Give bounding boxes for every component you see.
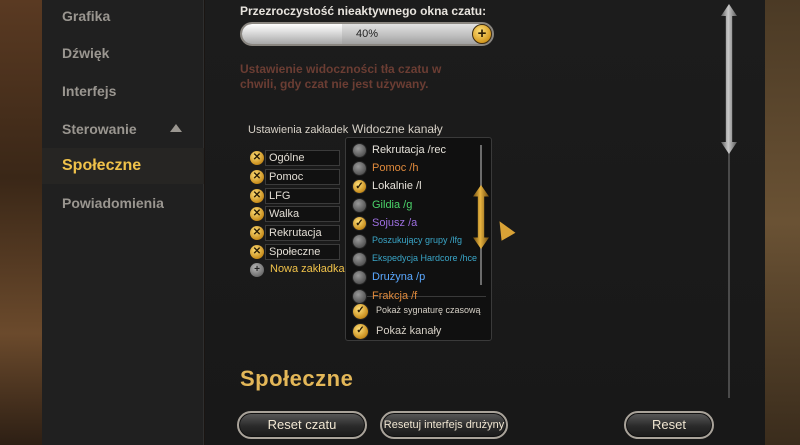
opacity-label: Przezroczystość nieaktywnego okna czatu: [240,4,487,18]
reset-button[interactable]: Reset [624,411,714,439]
checkbox-unchecked-icon[interactable] [352,197,367,213]
new-tab-label: Nowa zakładka [270,263,345,275]
sidebar-item-grafika[interactable]: Grafika [42,0,204,34]
channel-item[interactable]: Drużyna /p [352,269,472,286]
tab-name-field[interactable]: Pomoc [265,169,340,185]
slider-value: 40% [355,28,379,40]
checkbox-checked-icon[interactable]: ✓ [352,303,369,320]
tab-name-field[interactable]: Rekrutacja [265,225,340,241]
scroll-thumb[interactable] [473,185,489,249]
reset-chat-button[interactable]: Reset czatu [237,411,367,439]
remove-tab-icon[interactable]: ✕ [250,170,264,184]
tab-row: ✕ Walka [250,206,340,222]
sidebar-item-spoleczne[interactable]: Społeczne [42,148,204,184]
sidebar-item-label: Powiadomienia [62,195,164,211]
channel-item[interactable]: ✓ Lokalnie /l [352,178,472,195]
sidebar-item-dzwiek[interactable]: Dźwięk [42,35,204,71]
checkbox-unchecked-icon[interactable] [352,234,367,249]
sidebar-item-label: Społeczne [62,157,142,174]
remove-tab-icon[interactable]: ✕ [250,226,264,240]
checkbox-unchecked-icon[interactable] [352,252,367,268]
channel-item[interactable]: Ekspedycja Hardcore /hce [352,251,477,268]
sidebar-item-interfejs[interactable]: Interfejs [42,73,204,109]
remove-tab-icon[interactable]: ✕ [250,189,264,203]
remove-tab-icon[interactable]: ✕ [250,207,264,221]
caret-up-icon [170,124,182,132]
remove-tab-icon[interactable]: ✕ [250,245,264,259]
sidebar-item-powiadomienia[interactable]: Powiadomienia [42,185,204,221]
scroll-thumb[interactable] [721,4,737,154]
tab-row: ✕ Ogólne [250,150,340,166]
opacity-slider[interactable]: 40% [240,22,494,46]
show-timestamp-option[interactable]: ✓ Pokaż sygnaturę czasową [352,302,492,320]
channel-item[interactable]: Pomoc /h [352,160,472,177]
opacity-hint: Ustawienie widoczności tła czatu w chwil… [240,62,442,91]
visible-channels-heading: Widoczne kanały [352,122,443,136]
checkbox-unchecked-icon[interactable] [352,143,367,158]
channel-label: Sojusz /a [372,216,418,229]
background-art-right [764,0,800,445]
tab-row: ✕ Rekrutacja [250,225,340,241]
section-title: Społeczne [240,366,354,391]
tab-name-field[interactable]: LFG [265,188,340,204]
sidebar-item-sterowanie[interactable]: Sterowanie [42,111,204,147]
checkbox-unchecked-icon[interactable] [352,161,367,177]
option-label: Pokaż sygnaturę czasową [376,305,481,315]
checkbox-checked-icon[interactable]: ✓ [352,179,367,195]
main-scrollbar[interactable] [720,0,738,400]
settings-sidebar: Grafika Dźwięk Interfejs Sterowanie Społ… [42,0,204,445]
channel-item[interactable]: Poszukujący grupy /lfg [352,233,472,250]
add-tab-icon: + [250,263,264,277]
channel-label: Rekrutacja /rec [372,144,446,156]
sidebar-item-label: Grafika [62,8,111,24]
tab-row: ✕ LFG [250,188,340,204]
channel-label: Lokalnie /l [372,180,422,193]
tab-name-field[interactable]: Ogólne [265,150,340,166]
channel-label: Pomoc /h [372,162,419,175]
channel-label: Ekspedycja Hardcore /hce [372,253,478,264]
channel-label: Poszukujący grupy /lfg [372,235,463,245]
reset-party-ui-button[interactable]: Resetuj interfejs drużyny [380,411,508,439]
sidebar-item-label: Sterowanie [62,121,137,137]
sidebar-item-label: Dźwięk [62,45,110,61]
checkbox-unchecked-icon[interactable] [352,270,367,286]
channel-item[interactable]: Gildia /g [352,197,472,214]
visible-channels-panel: Rekrutacja /rec Pomoc /h ✓ Lokalnie /l Gildi… [345,137,492,341]
channel-label: Gildia /g [372,198,413,211]
checkbox-checked-icon[interactable]: ✓ [352,215,367,231]
background-art-left [0,0,42,445]
tab-name-field[interactable]: Walka [265,206,340,222]
show-channels-option[interactable]: ✓ Pokaż kanały [352,322,492,340]
tab-row: ✕ Społeczne [250,244,340,260]
channel-label: Drużyna /p [372,271,426,284]
tab-name-field[interactable]: Społeczne [265,244,340,260]
channel-item[interactable]: ✓ Sojusz /a [352,215,472,232]
tabs-settings-heading: Ustawienia zakładek [248,124,349,136]
channel-item[interactable]: Rekrutacja /rec [352,142,472,159]
sidebar-item-label: Interfejs [62,83,117,99]
checkbox-checked-icon[interactable]: ✓ [352,323,369,340]
opacity-increase-button[interactable]: + [472,24,492,44]
option-label: Pokaż kanały [376,325,442,337]
remove-tab-icon[interactable]: ✕ [250,151,264,165]
tab-row: ✕ Pomoc [250,169,340,185]
channel-label: Frakcja /f [372,289,418,302]
channels-scrollbar[interactable] [473,145,489,285]
